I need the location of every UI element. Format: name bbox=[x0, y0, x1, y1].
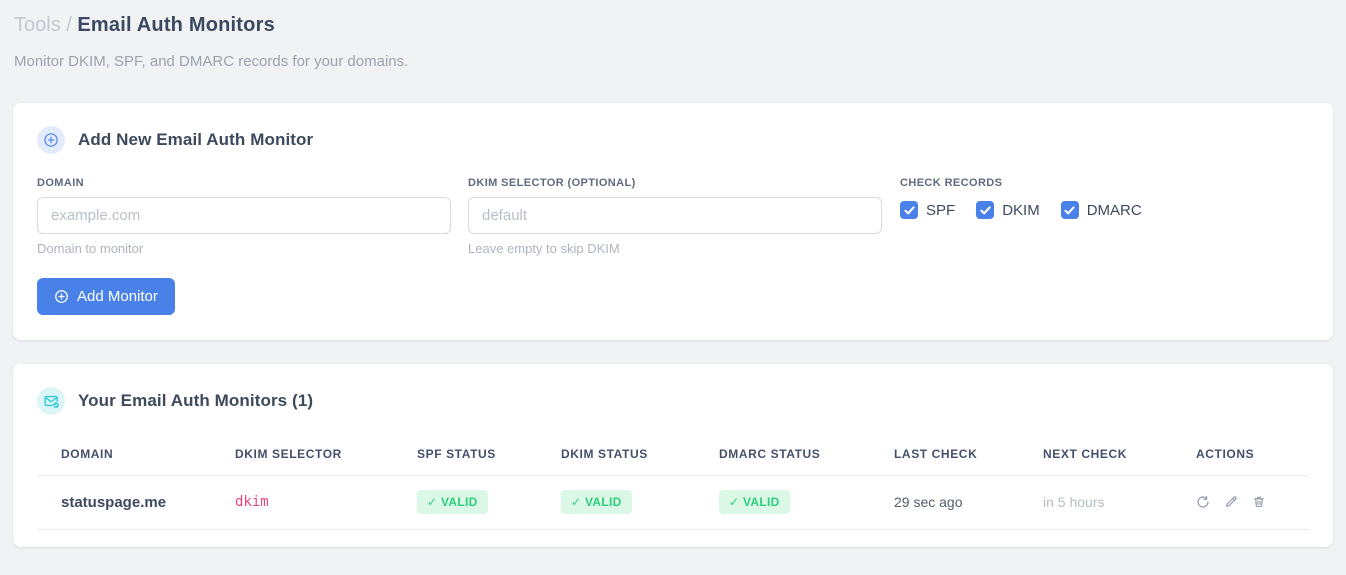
domain-input[interactable] bbox=[37, 197, 451, 234]
dkim-selector-input[interactable] bbox=[468, 197, 882, 234]
circle-plus-icon bbox=[37, 126, 65, 154]
row-domain: statuspage.me bbox=[37, 475, 211, 530]
email-auth-monitors-page: Tools / Email Auth Monitors Monitor DKIM… bbox=[0, 0, 1346, 559]
header-dkim-selector: DKIM SELECTOR bbox=[211, 435, 393, 476]
add-monitor-form: DOMAIN Domain to monitor DKIM SELECTOR (… bbox=[37, 177, 1309, 256]
delete-trash-icon[interactable] bbox=[1252, 495, 1266, 509]
header-spf-status: SPF STATUS bbox=[393, 435, 537, 476]
dkim-selector-field-group: DKIM SELECTOR (OPTIONAL) Leave empty to … bbox=[468, 177, 882, 256]
dkim-selector-field-label: DKIM SELECTOR (OPTIONAL) bbox=[468, 177, 636, 189]
row-dkim-status-cell: ✓ VALID bbox=[537, 475, 695, 530]
edit-pencil-icon[interactable] bbox=[1224, 495, 1238, 509]
row-actions-cell bbox=[1172, 475, 1309, 530]
header-dmarc-status: DMARC STATUS bbox=[695, 435, 870, 476]
monitors-list-card-header: Your Email Auth Monitors (1) bbox=[37, 387, 1309, 415]
add-monitor-card-title: Add New Email Auth Monitor bbox=[78, 130, 314, 149]
monitors-list-card: Your Email Auth Monitors (1) DOMAIN DKIM… bbox=[13, 364, 1333, 547]
checkbox-spf-label: SPF bbox=[926, 201, 956, 219]
row-dmarc-status-cell: ✓ VALID bbox=[695, 475, 870, 530]
breadcrumb-tools-link[interactable]: Tools bbox=[14, 14, 61, 36]
check-records-label: CHECK RECORDS bbox=[900, 177, 1003, 189]
monitors-table: DOMAIN DKIM SELECTOR SPF STATUS DKIM STA… bbox=[37, 435, 1309, 530]
spf-status-badge: ✓ VALID bbox=[417, 490, 488, 514]
add-monitor-button-label: Add Monitor bbox=[77, 288, 158, 305]
add-monitor-button[interactable]: Add Monitor bbox=[37, 278, 175, 315]
header-next-check: NEXT CHECK bbox=[1019, 435, 1172, 476]
header-domain: DOMAIN bbox=[37, 435, 211, 476]
header-last-check: LAST CHECK bbox=[870, 435, 1019, 476]
domain-field-group: DOMAIN Domain to monitor bbox=[37, 177, 451, 256]
checkbox-checked-icon bbox=[1060, 201, 1079, 219]
row-spf-status-cell: ✓ VALID bbox=[393, 475, 537, 530]
checkbox-dkim-label: DKIM bbox=[1002, 201, 1040, 219]
domain-field-label: DOMAIN bbox=[37, 177, 85, 189]
header-dkim-status: DKIM STATUS bbox=[537, 435, 695, 476]
add-monitor-card-header: Add New Email Auth Monitor bbox=[37, 126, 1309, 154]
check-records-options: SPF DKIM DMARC bbox=[900, 201, 1142, 219]
envelope-check-icon bbox=[37, 387, 65, 415]
checkbox-dmarc[interactable]: DMARC bbox=[1060, 201, 1142, 219]
page-title: Email Auth Monitors bbox=[77, 14, 275, 36]
checkbox-dkim[interactable]: DKIM bbox=[976, 201, 1040, 219]
checkbox-checked-icon bbox=[976, 201, 995, 219]
table-header-row: DOMAIN DKIM SELECTOR SPF STATUS DKIM STA… bbox=[37, 435, 1309, 476]
dkim-status-badge: ✓ VALID bbox=[561, 490, 632, 514]
breadcrumb-separator: / bbox=[66, 14, 72, 36]
dmarc-status-badge: ✓ VALID bbox=[719, 490, 790, 514]
page-subtitle: Monitor DKIM, SPF, and DMARC records for… bbox=[14, 53, 409, 70]
checkbox-checked-icon bbox=[900, 201, 918, 219]
domain-field-hint: Domain to monitor bbox=[37, 241, 144, 256]
checkbox-dmarc-label: DMARC bbox=[1086, 201, 1142, 219]
plus-circle-icon bbox=[54, 289, 69, 304]
row-actions bbox=[1196, 495, 1299, 509]
row-dkim-selector: dkim bbox=[211, 475, 393, 530]
dkim-selector-field-hint: Leave empty to skip DKIM bbox=[468, 241, 620, 256]
row-last-check: 29 sec ago bbox=[870, 475, 1019, 530]
monitors-list-card-title: Your Email Auth Monitors (1) bbox=[78, 391, 314, 410]
add-monitor-card: Add New Email Auth Monitor DOMAIN Domain… bbox=[13, 103, 1333, 340]
table-row: statuspage.me dkim ✓ VALID ✓ VALID ✓ VAL… bbox=[37, 475, 1309, 530]
check-records-group: CHECK RECORDS SPF DKIM DMARC bbox=[900, 177, 1142, 256]
breadcrumb: Tools / Email Auth Monitors bbox=[13, 12, 1333, 37]
header-actions: ACTIONS bbox=[1172, 435, 1309, 476]
checkbox-spf[interactable]: SPF bbox=[900, 201, 955, 219]
refresh-icon[interactable] bbox=[1196, 495, 1210, 509]
row-next-check: in 5 hours bbox=[1019, 475, 1172, 530]
